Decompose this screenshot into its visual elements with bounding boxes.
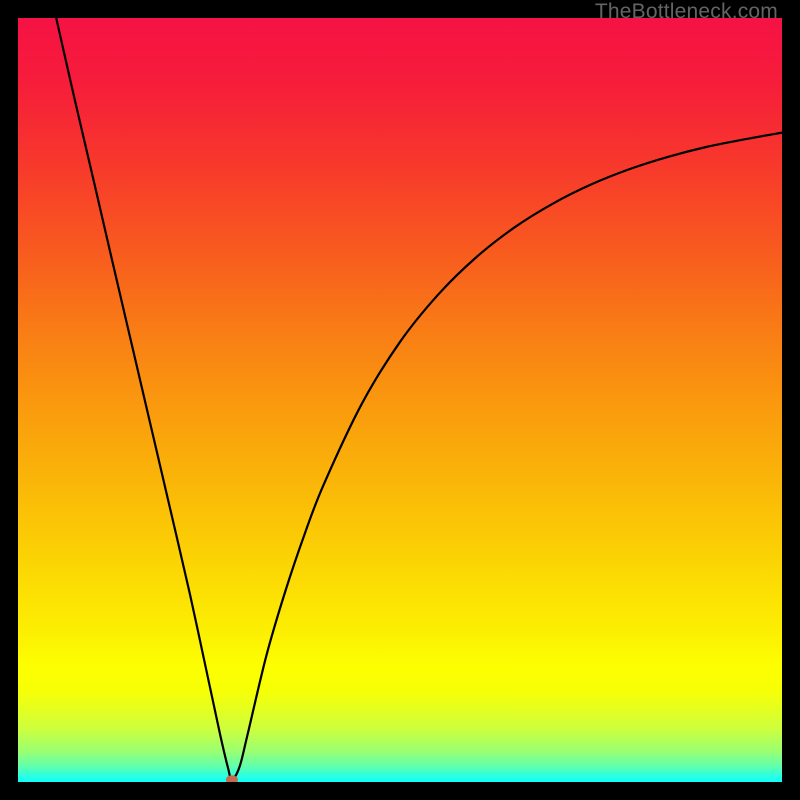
chart-background	[18, 18, 782, 782]
watermark-text: TheBottleneck.com	[595, 0, 778, 24]
chart-area	[18, 18, 782, 782]
chart-svg	[18, 18, 782, 782]
